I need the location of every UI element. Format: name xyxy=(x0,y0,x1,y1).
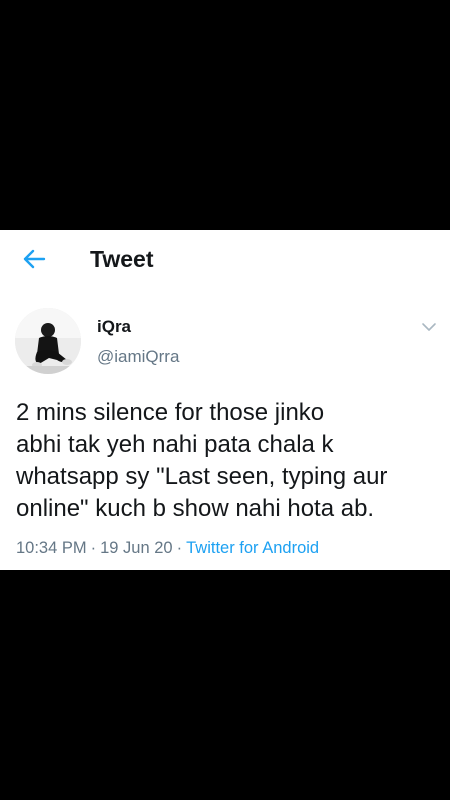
author-handle[interactable]: @iamiQrra xyxy=(97,347,179,367)
tweet-date: 19 Jun 20 xyxy=(100,539,173,557)
arrow-left-icon xyxy=(23,249,46,269)
tweet-time: 10:34 PM xyxy=(16,539,87,557)
avatar[interactable] xyxy=(15,308,81,374)
tweet-options-button[interactable] xyxy=(418,318,440,336)
back-button[interactable] xyxy=(18,244,50,274)
meta-separator: · xyxy=(90,539,97,557)
tweet-detail-card: Tweet iQra @iamiQrra 2 mins silence for … xyxy=(0,230,450,570)
tweet-header: Tweet xyxy=(0,230,450,288)
screenshot-frame: Tweet iQra @iamiQrra 2 mins silence for … xyxy=(0,0,450,800)
tweet-meta: 10:34 PM · 19 Jun 20 · Twitter for Android xyxy=(16,537,319,559)
author-name[interactable]: iQra xyxy=(97,317,131,337)
chevron-down-icon xyxy=(422,323,436,331)
page-title: Tweet xyxy=(90,246,154,272)
tweet-source-link[interactable]: Twitter for Android xyxy=(186,539,319,557)
meta-separator: · xyxy=(176,539,183,557)
tweet-text: 2 mins silence for those jinko abhi tak … xyxy=(16,399,388,522)
